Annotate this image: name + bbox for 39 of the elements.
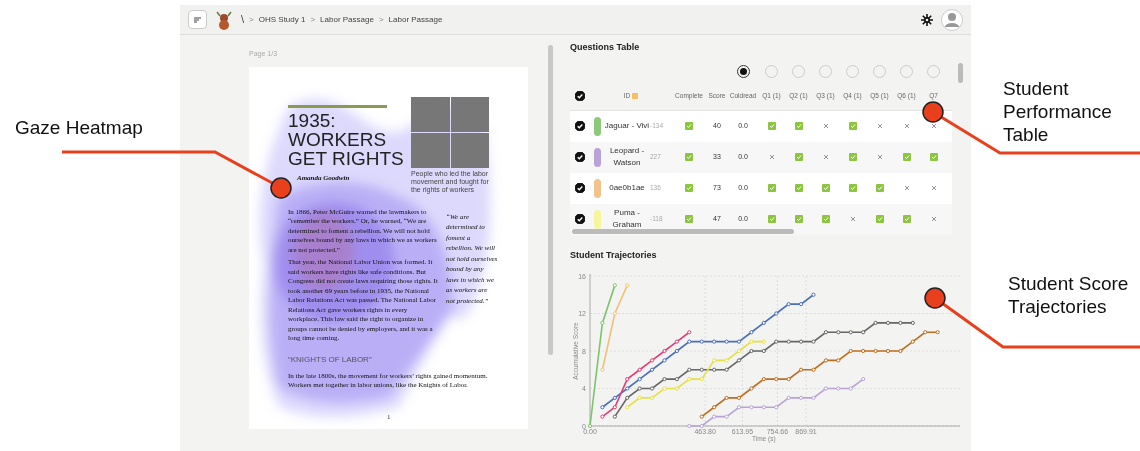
breadcrumb-link[interactable]: Labor Passage (320, 13, 374, 26)
breadcrumb-separator: > (310, 13, 316, 26)
breadcrumb-separator: > (249, 13, 254, 26)
avatar-icon[interactable] (941, 8, 963, 31)
student-name: Puma - Graham (611, 207, 643, 231)
sort-icon (632, 93, 639, 99)
student-name: 0ae0b1ae (608, 182, 646, 194)
select-all-checkbox[interactable] (575, 91, 585, 101)
photo-placeholder (411, 133, 450, 168)
scrollbar[interactable] (958, 62, 963, 83)
scrollbar[interactable] (572, 228, 794, 234)
scrollbar[interactable] (548, 45, 553, 355)
breadcrumb-separator: > (378, 13, 384, 26)
row-checkbox[interactable] (575, 152, 585, 162)
callout-dot (922, 101, 944, 123)
section-title: Student Trajectories (570, 248, 658, 262)
menu-button[interactable] (188, 10, 207, 29)
row-checkbox[interactable] (575, 121, 585, 131)
breadcrumb-link[interactable]: \ (241, 11, 245, 28)
menu-icon (194, 16, 201, 23)
photo-placeholder (450, 97, 489, 132)
row-checkbox[interactable] (575, 183, 585, 193)
settings-icon[interactable] (921, 13, 933, 26)
callout-dot (924, 287, 946, 309)
photo-placeholder (411, 97, 450, 132)
subheading: “KNIGHTS OF LABOR” (288, 353, 373, 366)
article-title: 1935: WORKERS GET RIGHTS (288, 111, 404, 168)
row-checkbox[interactable] (575, 214, 585, 224)
breadcrumb-link[interactable]: Labor Passage (388, 13, 443, 26)
logo-icon[interactable] (215, 9, 233, 30)
annotation-label: Gaze Heatmap (15, 116, 144, 139)
breadcrumb-link[interactable]: OHS Study 1 (258, 13, 306, 26)
photo-placeholder (450, 133, 489, 168)
annotation-label: Student Performance Table (1003, 77, 1113, 146)
annotation-label: Student Score Trajectories (1008, 272, 1130, 318)
callout-dot (270, 177, 292, 199)
section-title: Questions Table (570, 41, 641, 54)
student-name: Leopard - Watson (608, 145, 646, 169)
student-name: Jaguar - Vivi (604, 120, 650, 132)
